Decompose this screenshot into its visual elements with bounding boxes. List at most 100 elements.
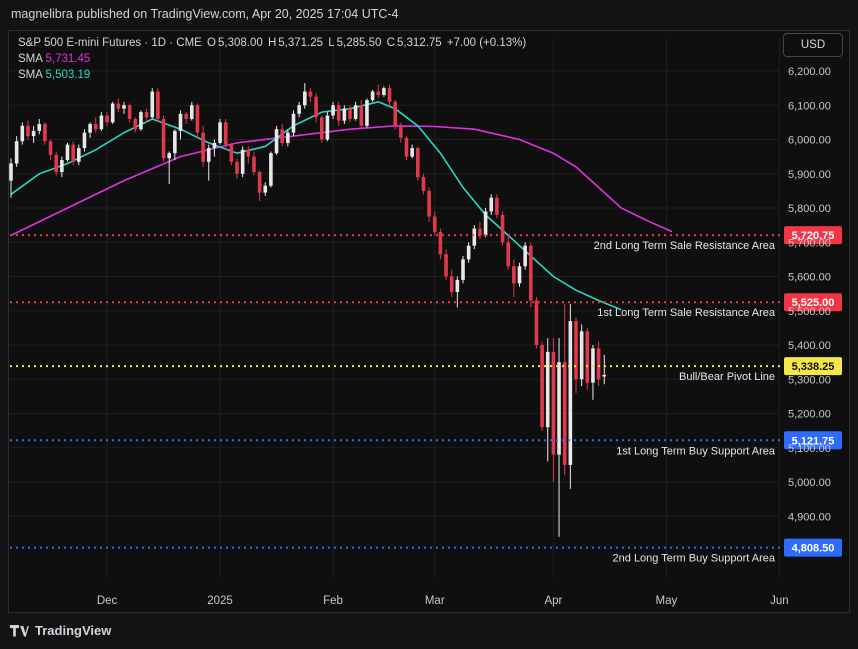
candle-body: [139, 112, 143, 130]
candle-body: [173, 130, 177, 154]
candle-body: [483, 211, 488, 236]
sma-path: [10, 124, 673, 237]
candle: [444, 249, 448, 280]
time-tick-label: Jun: [770, 595, 789, 607]
candle: [20, 122, 25, 145]
candle-body: [218, 122, 222, 143]
candle: [500, 211, 505, 246]
candle-body: [461, 259, 465, 280]
candle-body: [449, 276, 454, 292]
candle: [82, 129, 87, 152]
candle: [71, 141, 75, 166]
candle: [297, 101, 301, 118]
candle: [489, 194, 494, 215]
candle: [218, 118, 222, 145]
candle-body: [438, 231, 443, 255]
candle: [574, 317, 578, 393]
candle: [506, 235, 510, 270]
candle: [314, 93, 318, 123]
candle-body: [472, 228, 477, 246]
high-label: H: [267, 37, 277, 49]
footer-bar: [0, 615, 858, 649]
time-tick-label: Apr: [544, 595, 562, 607]
candle: [240, 146, 245, 178]
price-tick-label: 5,400.00: [788, 340, 831, 352]
candle-body: [387, 88, 392, 102]
candle: [212, 139, 217, 157]
candle-body: [105, 115, 109, 123]
candle: [127, 103, 132, 123]
candle: [229, 142, 234, 166]
time-axis[interactable]: Dec 2025 Feb Mar Apr May Jun: [97, 595, 789, 607]
candle-body: [534, 300, 539, 345]
candle-body: [308, 91, 313, 97]
price-chart[interactable]: 2nd Long Term Sale Resistance Area5,720.…: [8, 30, 850, 613]
candle-body: [444, 254, 448, 277]
candle-body: [382, 88, 386, 95]
time-tick-label: 2025: [207, 595, 233, 607]
candle: [105, 112, 109, 126]
candle: [376, 84, 381, 99]
currency-button[interactable]: USD: [783, 33, 843, 57]
candle-body: [319, 117, 324, 140]
candle: [65, 142, 70, 162]
candle: [291, 110, 296, 137]
candle: [235, 158, 239, 179]
candle: [562, 303, 567, 476]
time-tick-label: Mar: [425, 595, 445, 607]
tradingview-logo[interactable]: TradingView: [10, 623, 111, 638]
candle: [173, 129, 177, 161]
candle-body: [579, 331, 584, 380]
candle: [568, 303, 573, 489]
level-resistance: 1st Long Term Sale Resistance Area5,525.…: [10, 293, 842, 319]
legend: S&P 500 E-mini Futures · 1D · CME O 5,308…: [18, 35, 528, 83]
candle-body: [574, 321, 578, 380]
candle-body: [240, 149, 245, 174]
candle: [303, 82, 307, 109]
change-value: +7.00 (+0.13%): [446, 37, 527, 49]
candle: [382, 86, 386, 97]
symbol-label[interactable]: S&P 500 E-mini Futures · 1D · CME: [18, 37, 202, 49]
candle-body: [269, 153, 273, 186]
candle-body: [314, 96, 318, 118]
candle: [269, 151, 273, 188]
sma-1-line: [10, 124, 673, 237]
candle: [43, 122, 47, 145]
candle: [257, 170, 262, 202]
candle-body: [144, 112, 149, 118]
publisher-line: magnelibra published on TradingView.com,…: [11, 7, 399, 21]
candle: [31, 125, 36, 143]
candle: [178, 110, 183, 140]
candle-body: [14, 141, 19, 164]
candle: [252, 151, 256, 176]
candle: [438, 228, 443, 260]
candle: [427, 187, 431, 222]
candle: [393, 100, 397, 130]
candle-body: [342, 108, 347, 121]
candle-body: [353, 105, 358, 119]
candle: [551, 338, 556, 482]
candle: [9, 158, 13, 198]
candle: [359, 100, 364, 130]
candle-body: [303, 91, 307, 106]
candle-body: [26, 125, 30, 137]
candle-body: [523, 245, 527, 267]
sma-2-label: SMA: [18, 69, 43, 81]
candle-body: [404, 137, 409, 157]
candle-body: [110, 103, 115, 123]
candle: [495, 194, 499, 219]
candle-body: [77, 148, 81, 162]
legend-sma-2[interactable]: SMA 5,503.19: [18, 67, 528, 83]
candle: [274, 125, 279, 155]
candle-body: [82, 132, 87, 149]
candle: [455, 276, 460, 308]
candle: [201, 125, 205, 167]
legend-sma-1[interactable]: SMA 5,731.45: [18, 51, 528, 67]
candle-body: [568, 321, 573, 465]
candle-body: [71, 144, 75, 162]
candle-body: [331, 105, 335, 116]
candle: [529, 242, 533, 308]
candle-body: [489, 197, 494, 212]
candle-body: [178, 113, 183, 131]
candle-body: [127, 105, 132, 119]
